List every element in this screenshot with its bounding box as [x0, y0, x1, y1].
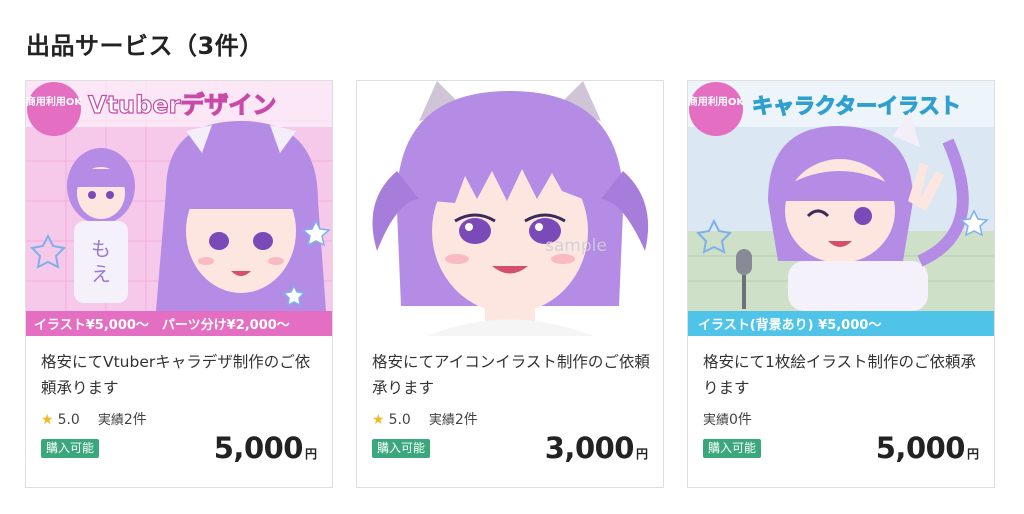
- thumb-footer-text: イラスト¥5,000〜 パーツ分け¥2,000〜: [34, 317, 290, 333]
- service-card-single-illust[interactable]: 商用利用OK キャラクターイラスト イラスト(背景あり) ¥5,000〜 格安に…: [687, 80, 995, 488]
- status-badge: 購入可能: [41, 439, 100, 458]
- card-title[interactable]: 格安にて1枚絵イラスト制作のご依頼承ります: [703, 349, 983, 401]
- jisseki-count: 2件: [123, 412, 147, 428]
- price-amount: 5,000: [875, 431, 966, 465]
- jisseki-label: 実績: [97, 413, 124, 428]
- status-badge: 購入可能: [372, 439, 431, 458]
- jisseki-label: 実績: [703, 413, 730, 428]
- thumbnail-vtuber-design[interactable]: 商用利用OK Vtuberデザイン も え イラスト¥5,000〜 パーツ分け¥…: [26, 81, 332, 336]
- rating-value: 5.0: [57, 412, 80, 428]
- jisseki-label: 実績: [428, 413, 455, 428]
- thumb-footer-text: イラスト(背景あり) ¥5,000〜: [698, 317, 881, 333]
- star-icon: ★: [372, 412, 385, 428]
- thumbnail-icon-illust[interactable]: sample: [357, 81, 663, 336]
- price-currency: 円: [635, 447, 648, 461]
- star-icon: ★: [41, 412, 54, 428]
- service-card-list: 商用利用OK Vtuberデザイン も え イラスト¥5,000〜 パーツ分け¥…: [25, 80, 1000, 490]
- card-meta: ★ 5.0 実績2件: [41, 409, 147, 429]
- rating-value: 5.0: [388, 412, 411, 428]
- thumbnail-single-illust[interactable]: 商用利用OK キャラクターイラスト イラスト(背景あり) ¥5,000〜: [688, 81, 994, 336]
- price: 5,000 円: [876, 431, 979, 465]
- svg-text:も: も: [91, 237, 111, 261]
- thumbnail-illustration: sample: [357, 81, 663, 336]
- card-meta: ★ 5.0 実績2件: [372, 409, 478, 429]
- service-card-icon-illust[interactable]: sample 格安にてアイコンイラスト制作のご依頼承ります ★ 5.0 実績2件 購…: [356, 80, 664, 488]
- svg-text:え: え: [91, 262, 111, 286]
- section-title: 出品サービス（3件）: [26, 32, 264, 60]
- service-card-vtuber-design[interactable]: 商用利用OK Vtuberデザイン も え イラスト¥5,000〜 パーツ分け¥…: [25, 80, 333, 488]
- thumbnail-illustration: 商用利用OK Vtuberデザイン も え イラスト¥5,000〜 パーツ分け¥…: [26, 81, 332, 336]
- thumbnail-illustration: 商用利用OK キャラクターイラスト イラスト(背景あり) ¥5,000〜: [688, 81, 994, 336]
- price-amount: 5,000: [213, 431, 304, 465]
- watermark-text: sample: [545, 236, 607, 256]
- status-badge: 購入可能: [703, 439, 762, 458]
- price-currency: 円: [304, 447, 317, 461]
- jisseki-count: 0件: [729, 412, 752, 428]
- price: 5,000 円: [214, 431, 317, 465]
- card-title[interactable]: 格安にてアイコンイラスト制作のご依頼承ります: [372, 349, 652, 401]
- price: 3,000 円: [545, 431, 648, 465]
- thumb-corner-text: 商用利用OK: [26, 95, 83, 108]
- thumb-headline-text: Vtuberデザイン: [88, 91, 276, 119]
- price-amount: 3,000: [544, 431, 635, 465]
- card-meta: 実績0件: [703, 409, 752, 429]
- card-title[interactable]: 格安にてVtuberキャラデザ制作のご依頼承ります: [41, 349, 321, 401]
- price-currency: 円: [966, 447, 979, 461]
- thumb-headline-text: キャラクターイラスト: [752, 94, 961, 118]
- jisseki-count: 2件: [454, 412, 478, 428]
- thumb-corner-text: 商用利用OK: [688, 95, 745, 108]
